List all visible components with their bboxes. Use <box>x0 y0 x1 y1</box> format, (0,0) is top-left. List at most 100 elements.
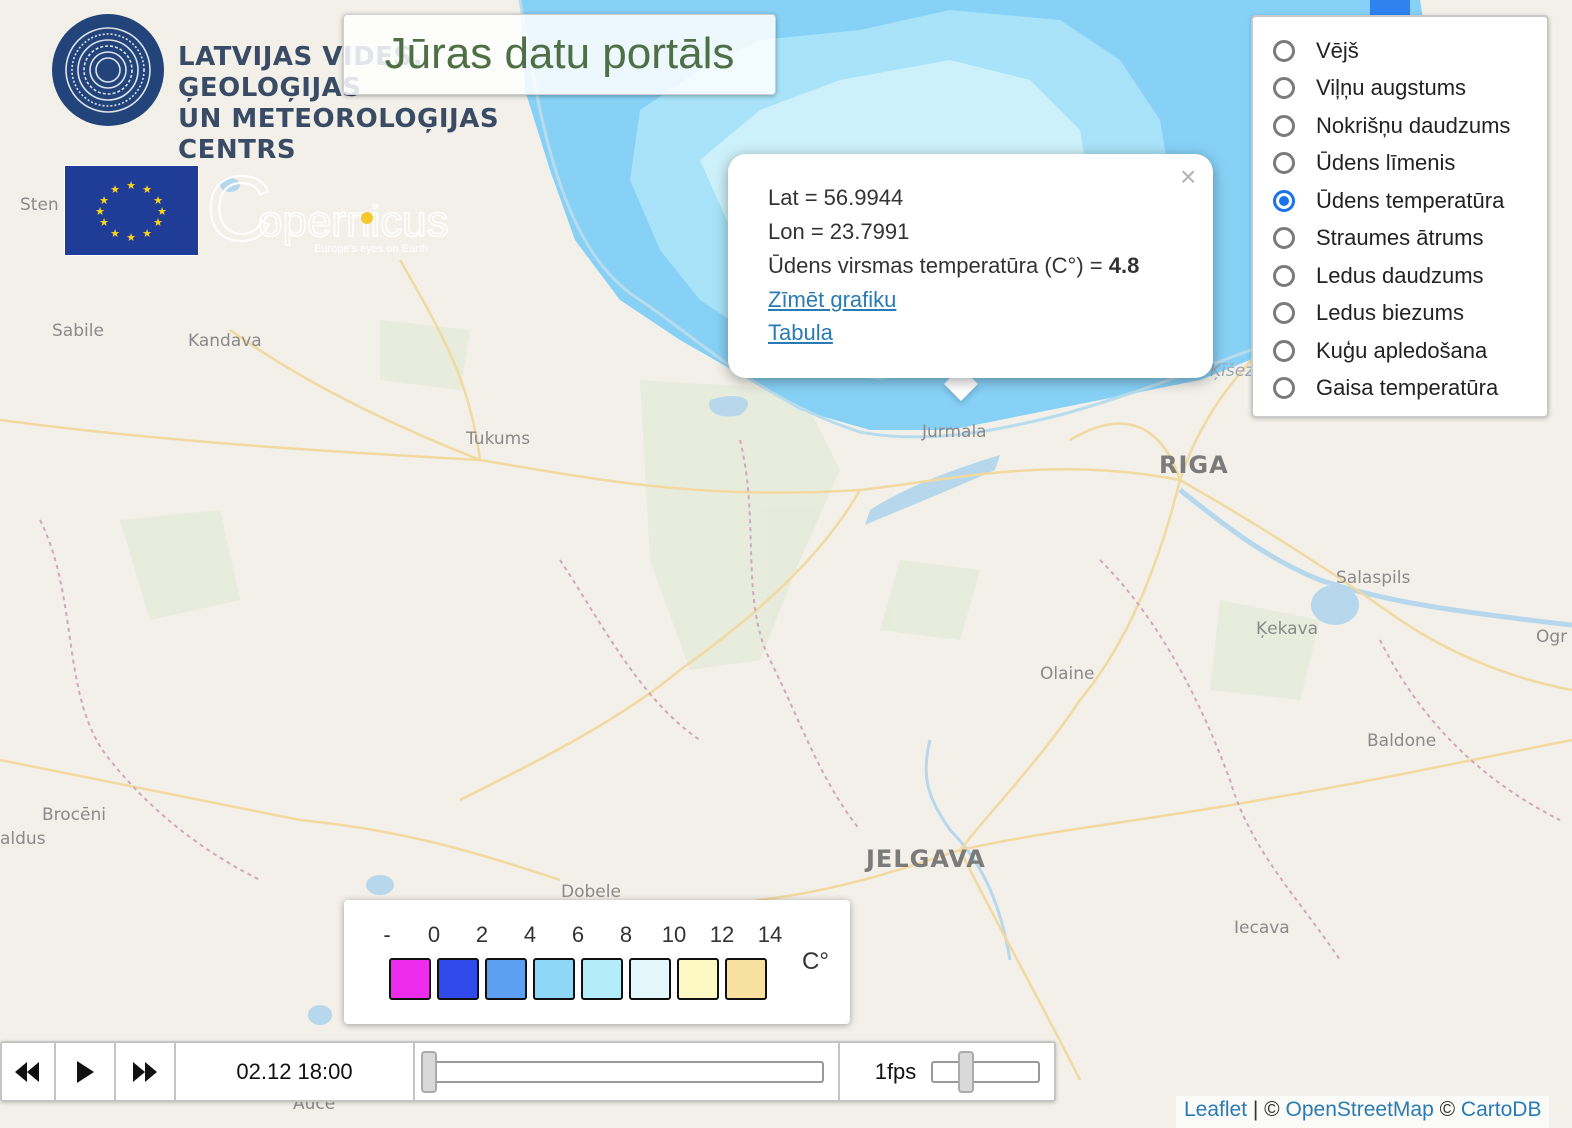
legend-tick: 0 <box>427 922 441 947</box>
time-slider-handle[interactable] <box>421 1051 437 1093</box>
copernicus-tagline: Europe's eyes on Earth <box>314 243 428 255</box>
legend-tick: 2 <box>475 922 489 947</box>
place-baldone: Baldone <box>1367 731 1437 751</box>
popup-temperature: Ūdens virsmas temperatūra (C°) = 4.8 <box>768 253 1139 279</box>
popup-temperature-label: Ūdens virsmas temperatūra (C°) = <box>768 253 1109 278</box>
layer-option-wind[interactable]: Vējš <box>1273 35 1543 71</box>
copernicus-wordmark: opernicus <box>258 197 449 246</box>
svg-text:★: ★ <box>110 183 120 196</box>
svg-text:★: ★ <box>153 216 163 229</box>
copernicus-logo: C opernicus Europe's eyes on Earth <box>205 157 466 261</box>
attribution-separator: © <box>1433 1098 1461 1121</box>
map-attribution: Leaflet | © OpenStreetMap © CartoDB <box>1176 1096 1550 1128</box>
legend-tick: 10 <box>661 922 687 947</box>
leaflet-link[interactable]: Leaflet <box>1184 1098 1247 1121</box>
place-broceni: Brocēni <box>42 805 106 825</box>
layer-label: Ledus daudzums <box>1316 263 1484 288</box>
time-slider[interactable] <box>430 1061 824 1083</box>
table-link[interactable]: Tabula <box>768 320 833 346</box>
place-jelgava: JELGAVA <box>866 845 986 873</box>
page-title: Jūras datu portāls <box>343 14 776 95</box>
svg-text:★: ★ <box>142 183 152 196</box>
timeline-current-time: 02.12 18:00 <box>236 1059 353 1084</box>
legend-color-swatch <box>437 958 479 1000</box>
place-sten: Sten <box>20 195 59 215</box>
radio-icon[interactable] <box>1273 377 1295 399</box>
place-kisez: Ķīšez <box>1210 361 1255 381</box>
place-kekava: Ķekava <box>1256 619 1319 639</box>
place-tukums: Tukums <box>466 429 531 449</box>
layer-option-ice-concentration[interactable]: Ledus daudzums <box>1273 260 1543 296</box>
fps-label: 1fps <box>874 1059 917 1084</box>
close-icon[interactable]: × <box>1180 162 1196 192</box>
place-ogr: Ogr <box>1536 627 1568 647</box>
fast-forward-icon <box>133 1061 157 1082</box>
layer-label: Viļņu augstums <box>1316 75 1467 100</box>
radio-icon[interactable] <box>1273 227 1295 249</box>
eu-flag-icon: ★ ★ ★ ★ ★ ★ ★ ★ ★ ★ ★ ★ <box>64 165 199 256</box>
lvgmc-line2: UN METEOROLOĢIJAS CENTRS <box>178 104 500 165</box>
layer-option-ice-thickness[interactable]: Ledus biezums <box>1273 297 1543 333</box>
layer-label: Nokrišņu daudzums <box>1316 113 1511 138</box>
divider <box>838 1041 840 1102</box>
openstreetmap-link[interactable]: OpenStreetMap <box>1286 1098 1434 1121</box>
layer-label: Vējš <box>1316 38 1359 63</box>
lvgmc-emblem-icon <box>52 14 164 126</box>
radio-icon[interactable] <box>1273 302 1295 324</box>
legend-color-swatch <box>629 958 671 1000</box>
popup-longitude: Lon = 23.7991 <box>768 219 910 244</box>
step-backward-button[interactable] <box>0 1043 54 1100</box>
legend-color-swatch <box>677 958 719 1000</box>
radio-icon[interactable] <box>1273 265 1295 287</box>
layer-option-current-speed[interactable]: Straumes ātrums <box>1273 222 1543 258</box>
layer-option-air-temperature[interactable]: Gaisa temperatūra <box>1273 372 1543 408</box>
svg-text:★: ★ <box>142 227 152 240</box>
place-salaspils: Salaspils <box>1336 568 1411 588</box>
place-dobele: Dobele <box>561 882 621 902</box>
layer-label: Ūdens temperatūra <box>1316 188 1505 213</box>
popup-temperature-value: 4.8 <box>1108 253 1140 278</box>
legend-color-swatch <box>485 958 527 1000</box>
layer-option-water-level[interactable]: Ūdens līmenis <box>1273 147 1543 183</box>
place-sabile: Sabile <box>52 321 104 341</box>
radio-icon[interactable] <box>1273 152 1295 174</box>
layer-label: Gaisa temperatūra <box>1316 375 1499 400</box>
fps-slider[interactable] <box>931 1061 1040 1083</box>
popup-latitude: Lat = 56.9944 <box>768 185 904 210</box>
radio-icon[interactable] <box>1273 77 1295 99</box>
layer-label: Ledus biezums <box>1316 300 1464 325</box>
svg-text:★: ★ <box>126 179 136 192</box>
legend-color-swatch <box>725 958 767 1000</box>
radio-icon[interactable] <box>1273 115 1295 137</box>
layer-option-water-temperature[interactable]: Ūdens temperatūra <box>1273 185 1543 221</box>
svg-text:★: ★ <box>110 227 120 240</box>
play-button[interactable] <box>56 1043 114 1100</box>
divider <box>413 1041 415 1102</box>
svg-text:★: ★ <box>126 231 136 244</box>
layer-option-precipitation[interactable]: Nokrišņu daudzums <box>1273 110 1543 146</box>
legend-tick: 8 <box>619 922 633 947</box>
layer-label: Ūdens līmenis <box>1316 150 1456 175</box>
place-riga: RIGA <box>1159 451 1229 479</box>
radio-icon[interactable] <box>1273 40 1295 62</box>
attribution-separator: | © <box>1247 1098 1286 1121</box>
layer-label: Kuģu apledošana <box>1316 338 1488 363</box>
legend-unit: C° <box>802 948 829 975</box>
layer-selector-panel: Vējš Viļņu augstums Nokrišņu daudzums Ūd… <box>1251 15 1549 418</box>
layer-option-ship-icing[interactable]: Kuģu apledošana <box>1273 335 1543 371</box>
layer-option-wave-height[interactable]: Viļņu augstums <box>1273 72 1543 108</box>
place-saldus: aldus <box>0 829 46 849</box>
legend-color-swatch <box>581 958 623 1000</box>
place-kandava: Kandava <box>188 331 262 351</box>
radio-icon[interactable] <box>1273 340 1295 362</box>
place-iecava: Iecava <box>1234 918 1290 938</box>
legend-tick: 4 <box>523 922 537 947</box>
fps-slider-handle[interactable] <box>957 1051 974 1093</box>
legend-color-swatch <box>389 958 431 1000</box>
draw-chart-link[interactable]: Zīmēt grafiku <box>768 287 896 313</box>
place-olaine: Olaine <box>1040 664 1095 684</box>
radio-checked-icon[interactable] <box>1273 190 1295 212</box>
step-forward-button[interactable] <box>116 1043 174 1100</box>
legend-tick: 6 <box>571 922 585 947</box>
cartodb-link[interactable]: CartoDB <box>1461 1098 1542 1121</box>
